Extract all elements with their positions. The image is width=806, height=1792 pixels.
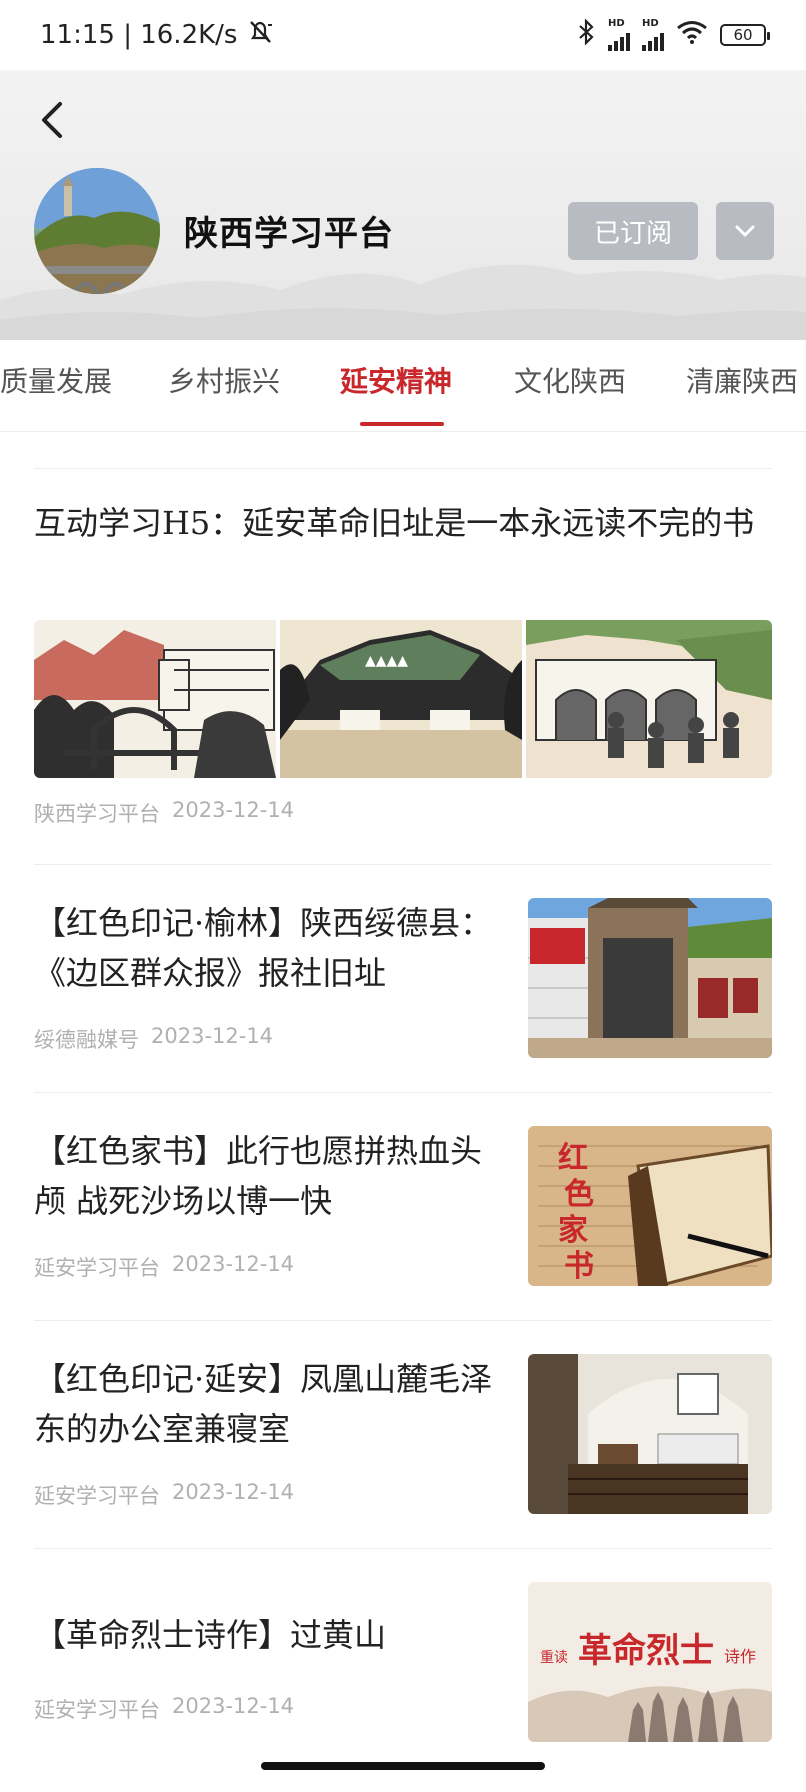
thumb-label-end: 诗作 bbox=[724, 1647, 756, 1666]
active-tab-indicator bbox=[360, 422, 444, 426]
article-meta-1: 陕西学习平台 2023-12-14 bbox=[34, 798, 294, 828]
thumb-char-1: 红 bbox=[558, 1141, 588, 1176]
article-image-1c[interactable] bbox=[526, 620, 772, 778]
tab-clean-shaanxi[interactable]: 清廉陕西 bbox=[686, 360, 798, 400]
subscribed-button[interactable]: 已订阅 bbox=[568, 202, 698, 260]
article-date: 2023-12-14 bbox=[172, 1480, 295, 1504]
signal-icon-1: HD bbox=[608, 19, 630, 51]
article-meta-5: 延安学习平台 2023-12-14 bbox=[34, 1694, 294, 1724]
category-tabs: 质量发展 乡村振兴 延安精神 文化陕西 清廉陕西 bbox=[0, 340, 806, 432]
thumb-label-big: 革命烈士 bbox=[578, 1631, 714, 1671]
status-left: 11:15 | 16.2K/s bbox=[40, 19, 275, 52]
back-arrow-icon bbox=[42, 102, 62, 138]
article-meta-3: 延安学习平台 2023-12-14 bbox=[34, 1252, 294, 1282]
article-title-4[interactable]: 【红色印记·延安】凤凰山麓毛泽东的办公室兼寝室 bbox=[34, 1354, 494, 1454]
account-avatar[interactable] bbox=[34, 168, 160, 294]
article-thumbnail-3[interactable]: 红 色 家 书 bbox=[528, 1126, 772, 1286]
article-source: 绥德融媒号 bbox=[34, 1028, 139, 1052]
tab-rural-revitalization[interactable]: 乡村振兴 bbox=[168, 360, 280, 400]
svg-text:▲▲▲▲: ▲▲▲▲ bbox=[365, 653, 408, 669]
article-source: 延安学习平台 bbox=[34, 1256, 160, 1280]
status-bar: 11:15 | 16.2K/s HD HD 60 bbox=[0, 0, 806, 70]
screen: 11:15 | 16.2K/s HD HD 60 陕西学习平台 已订阅 质量发展… bbox=[0, 0, 806, 1792]
article-source: 延安学习平台 bbox=[34, 1484, 160, 1508]
home-indicator[interactable] bbox=[261, 1762, 545, 1770]
mute-icon bbox=[245, 19, 275, 52]
article-date: 2023-12-14 bbox=[172, 798, 295, 822]
article-title-2[interactable]: 【红色印记·榆林】陕西绥德县：《边区群众报》报社旧址 bbox=[34, 898, 494, 998]
article-image-1a[interactable] bbox=[34, 620, 276, 778]
wifi-icon bbox=[676, 20, 708, 51]
divider bbox=[34, 1092, 772, 1093]
back-button[interactable] bbox=[30, 90, 74, 150]
article-thumbnail-5[interactable]: 重读 革命烈士 诗作 bbox=[528, 1582, 772, 1742]
more-options-button[interactable] bbox=[716, 202, 774, 260]
divider bbox=[34, 1548, 772, 1549]
thumb-label-small: 重读 bbox=[540, 1649, 568, 1666]
status-right: HD HD 60 bbox=[576, 17, 770, 52]
article-date: 2023-12-14 bbox=[151, 1024, 274, 1048]
status-time-speed: 11:15 | 16.2K/s bbox=[40, 20, 238, 50]
article-title-1[interactable]: 互动学习H5：延安革命旧址是一本永远读不完的书 bbox=[34, 498, 774, 548]
divider bbox=[34, 1320, 772, 1321]
signal-icon-2: HD bbox=[642, 19, 664, 51]
tab-quality-development[interactable]: 质量发展 bbox=[0, 360, 112, 400]
tab-yanan-spirit[interactable]: 延安精神 bbox=[340, 360, 452, 400]
bluetooth-icon bbox=[576, 17, 596, 52]
account-name: 陕西学习平台 bbox=[184, 214, 394, 254]
article-meta-2: 绥德融媒号 2023-12-14 bbox=[34, 1024, 273, 1054]
chevron-down-icon bbox=[735, 225, 755, 237]
article-date: 2023-12-14 bbox=[172, 1252, 295, 1276]
hd-label-1: HD bbox=[608, 18, 625, 29]
thumb-char-4: 书 bbox=[564, 1249, 594, 1284]
thumb-char-2: 色 bbox=[564, 1177, 594, 1212]
article-thumbnail-2[interactable] bbox=[528, 898, 772, 1058]
account-header: 陕西学习平台 已订阅 bbox=[0, 70, 806, 340]
thumb-char-3: 家 bbox=[558, 1213, 588, 1248]
article-title-5[interactable]: 【革命烈士诗作】过黄山 bbox=[34, 1610, 494, 1660]
article-source: 延安学习平台 bbox=[34, 1698, 160, 1722]
divider bbox=[34, 468, 772, 469]
battery-level: 60 bbox=[733, 26, 753, 44]
article-image-1b[interactable]: ▲▲▲▲ bbox=[280, 620, 522, 778]
article-title-3[interactable]: 【红色家书】此行也愿拼热血头颅 战死沙场以博一快 bbox=[34, 1126, 494, 1226]
article-date: 2023-12-14 bbox=[172, 1694, 295, 1718]
hd-label-2: HD bbox=[642, 18, 659, 29]
tab-culture-shaanxi[interactable]: 文化陕西 bbox=[514, 360, 626, 400]
battery-icon: 60 bbox=[720, 24, 770, 46]
divider bbox=[34, 864, 772, 865]
article-meta-4: 延安学习平台 2023-12-14 bbox=[34, 1480, 294, 1510]
article-source: 陕西学习平台 bbox=[34, 802, 160, 826]
article-thumbnail-4[interactable] bbox=[528, 1354, 772, 1514]
